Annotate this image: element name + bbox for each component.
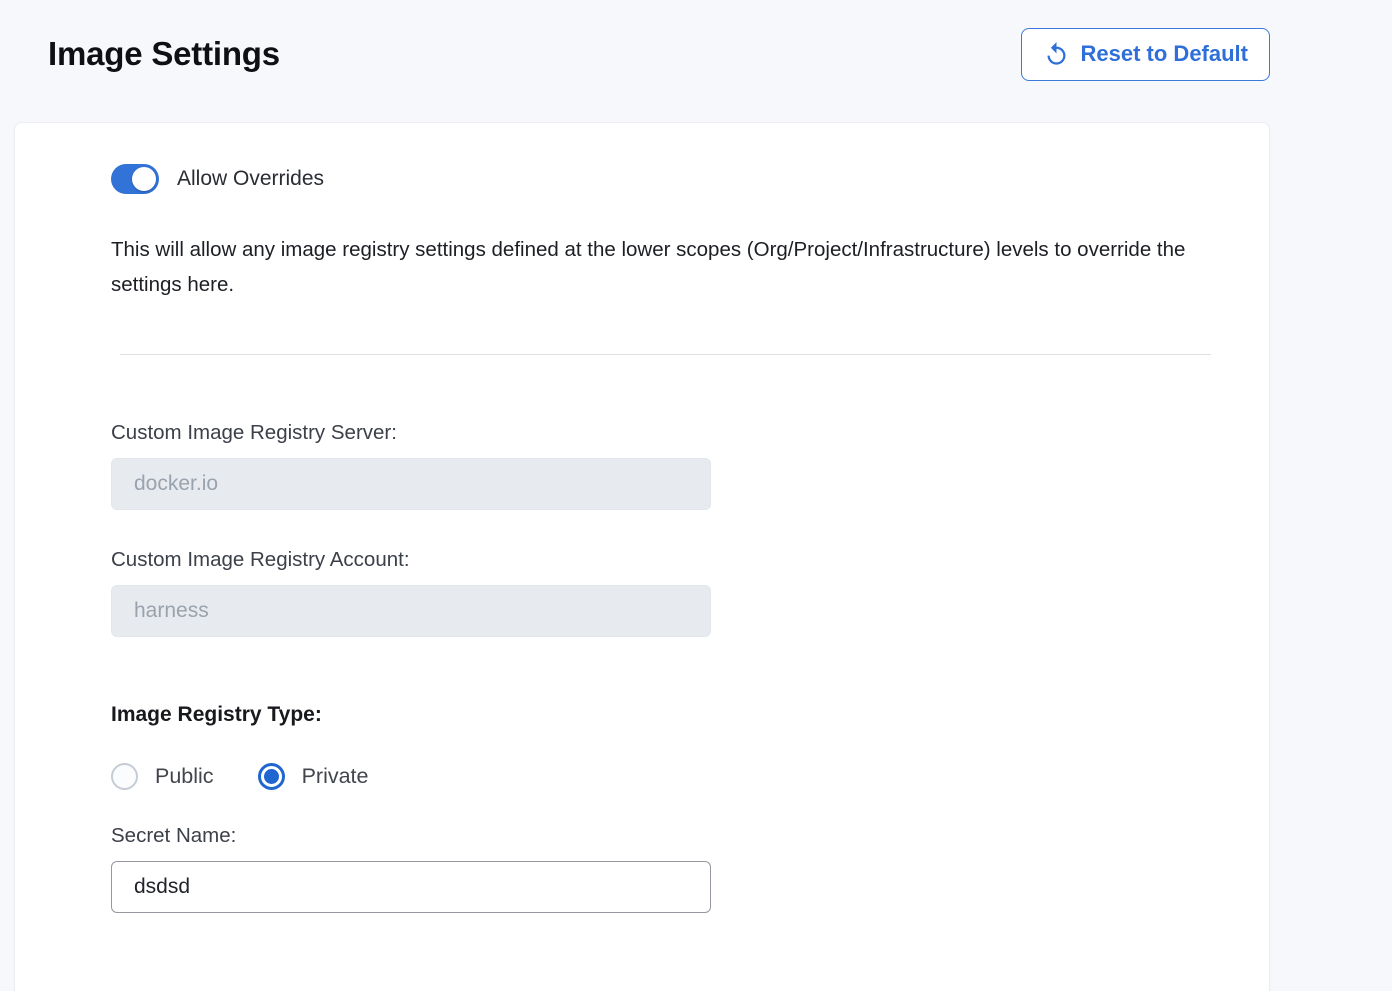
reset-button-label: Reset to Default bbox=[1081, 41, 1248, 67]
registry-server-label: Custom Image Registry Server: bbox=[111, 421, 1211, 445]
reset-icon bbox=[1043, 41, 1070, 68]
toggle-knob bbox=[132, 167, 156, 191]
allow-overrides-toggle[interactable] bbox=[111, 164, 159, 194]
radio-option-private[interactable]: Private bbox=[258, 763, 369, 790]
registry-account-label: Custom Image Registry Account: bbox=[111, 548, 1211, 572]
registry-account-input[interactable] bbox=[111, 585, 711, 637]
secret-name-label: Secret Name: bbox=[111, 824, 1211, 848]
allow-overrides-row: Allow Overrides bbox=[111, 164, 1211, 194]
registry-server-field: Custom Image Registry Server: bbox=[111, 421, 1211, 510]
registry-type-radio-group: Public Private bbox=[111, 763, 1211, 790]
registry-account-field: Custom Image Registry Account: bbox=[111, 548, 1211, 637]
radio-public-icon bbox=[111, 763, 138, 790]
image-settings-card: Allow Overrides This will allow any imag… bbox=[14, 122, 1270, 991]
radio-private-label: Private bbox=[302, 764, 369, 789]
registry-server-input[interactable] bbox=[111, 458, 711, 510]
secret-name-field: Secret Name: bbox=[111, 824, 1211, 913]
radio-public-label: Public bbox=[155, 764, 214, 789]
allow-overrides-label: Allow Overrides bbox=[177, 167, 324, 191]
radio-private-icon bbox=[258, 763, 285, 790]
section-divider bbox=[120, 354, 1211, 355]
secret-name-input[interactable] bbox=[111, 861, 711, 913]
registry-type-label: Image Registry Type: bbox=[111, 703, 1211, 727]
page-title: Image Settings bbox=[48, 35, 280, 73]
allow-overrides-description: This will allow any image registry setti… bbox=[111, 232, 1211, 302]
reset-to-default-button[interactable]: Reset to Default bbox=[1021, 28, 1270, 81]
page-header: Image Settings Reset to Default bbox=[0, 0, 1392, 122]
radio-option-public[interactable]: Public bbox=[111, 763, 214, 790]
